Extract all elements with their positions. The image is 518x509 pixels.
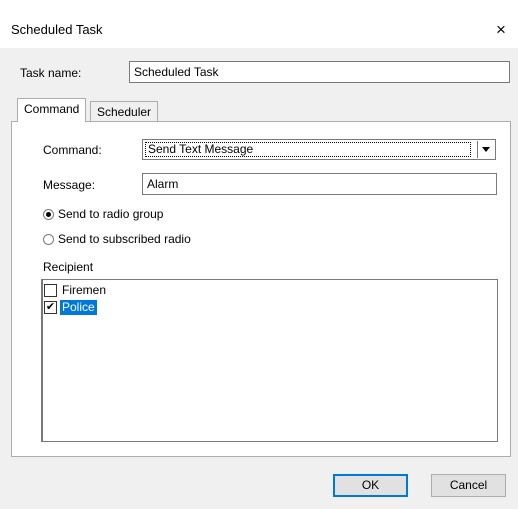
message-label: Message: xyxy=(43,178,96,192)
checkbox-firemen[interactable] xyxy=(44,284,57,297)
command-label: Command: xyxy=(43,143,102,157)
list-item-label: Police xyxy=(60,300,97,315)
chevron-down-icon[interactable] xyxy=(477,141,494,158)
tab-scheduler[interactable]: Scheduler xyxy=(90,101,159,123)
radio-button-checked[interactable] xyxy=(43,209,54,220)
task-name-label: Task name: xyxy=(20,66,82,80)
radio-label-group: Send to radio group xyxy=(58,207,164,221)
radio-label-subscribed: Send to subscribed radio xyxy=(58,232,191,246)
command-dropdown-value: Send Text Message xyxy=(145,142,471,157)
ok-button[interactable]: OK xyxy=(333,474,408,497)
recipient-label: Recipient xyxy=(43,260,94,274)
command-dropdown[interactable]: Send Text Message xyxy=(142,139,496,160)
recipient-listbox[interactable]: Firemen ✔ Police xyxy=(41,279,498,442)
cancel-button[interactable]: Cancel xyxy=(431,474,506,497)
message-input[interactable]: Alarm xyxy=(142,173,497,195)
scheduled-task-dialog: Scheduled Task × Task name: Scheduled Ta… xyxy=(0,0,518,509)
close-icon[interactable]: × xyxy=(490,19,512,41)
title-bar: Scheduled Task × xyxy=(0,0,518,48)
checkbox-police[interactable]: ✔ xyxy=(44,301,57,314)
list-item-label: Firemen xyxy=(62,283,107,297)
task-name-input[interactable]: Scheduled Task xyxy=(129,61,510,83)
tab-command[interactable]: Command xyxy=(17,98,87,122)
window-title: Scheduled Task xyxy=(11,22,103,37)
radio-button-unchecked[interactable] xyxy=(43,234,54,245)
